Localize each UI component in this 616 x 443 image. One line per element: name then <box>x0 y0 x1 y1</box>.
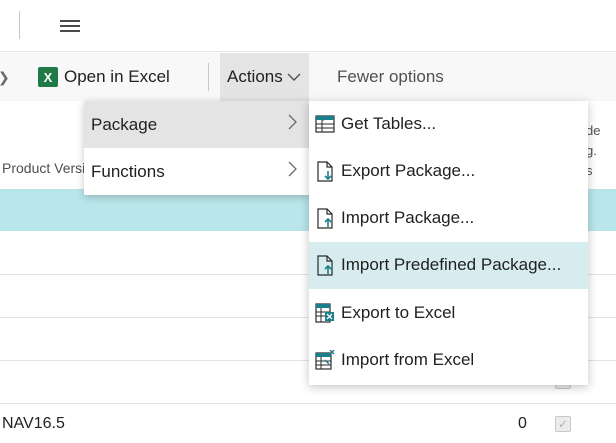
row-version: NAV16.5 <box>2 415 65 432</box>
menu-item-label: Functions <box>91 161 165 181</box>
actions-label: Actions <box>227 67 283 86</box>
open-in-excel-button[interactable]: X Open in Excel <box>38 63 170 91</box>
get-tables-icon <box>315 115 335 133</box>
fewer-options-button[interactable]: Fewer options <box>337 67 444 87</box>
top-bar <box>0 0 616 52</box>
column-header-product-version[interactable]: Product Version <box>2 160 88 176</box>
import-from-excel-icon <box>315 350 335 370</box>
import-package-icon <box>317 208 333 229</box>
actions-menu: Package Functions <box>84 101 309 195</box>
top-divider <box>19 11 20 39</box>
menu-item-label: Export to Excel <box>341 303 456 322</box>
menu-item-package[interactable]: Package <box>84 101 309 148</box>
menu-item-get-tables[interactable]: Get Tables... <box>309 101 588 148</box>
row-checkbox[interactable]: ✓ <box>555 416 571 432</box>
package-submenu: Get Tables... Export Package... Import P… <box>309 101 588 385</box>
menu-item-export-package[interactable]: Export Package... <box>309 148 588 195</box>
excel-icon: X <box>38 67 58 87</box>
menu-item-import-package[interactable]: Import Package... <box>309 195 588 242</box>
hamburger-menu-icon[interactable] <box>60 17 80 33</box>
action-bar: ❯ X Open in Excel Actions Fewer options <box>0 53 616 101</box>
menu-item-label: Package <box>91 114 158 134</box>
table-row[interactable]: NAV16.5 0 ✓ <box>0 404 616 443</box>
open-in-excel-label: Open in Excel <box>64 67 170 86</box>
chevron-down-icon <box>287 73 301 81</box>
menu-item-label: Import Package... <box>341 208 475 227</box>
chevron-right-icon <box>288 114 297 130</box>
import-predefined-package-icon <box>317 255 333 276</box>
scroll-left-icon[interactable]: ❯ <box>0 69 10 86</box>
chevron-right-icon <box>288 161 297 177</box>
menu-item-functions[interactable]: Functions <box>84 148 309 195</box>
menu-item-import-predefined-package[interactable]: Import Predefined Package... <box>309 242 588 289</box>
export-package-icon <box>317 161 333 182</box>
menu-item-label: Get Tables... <box>341 114 437 133</box>
action-divider <box>208 63 209 91</box>
row-count: 0 <box>518 415 527 432</box>
menu-item-label: Import from Excel <box>341 350 475 369</box>
menu-item-label: Import Predefined Package... <box>341 255 562 274</box>
actions-button[interactable]: Actions <box>220 53 309 101</box>
export-to-excel-icon <box>315 303 334 323</box>
column-header-partial[interactable]: de g. s <box>586 121 600 181</box>
menu-item-import-from-excel[interactable]: Import from Excel <box>309 337 588 384</box>
menu-item-export-to-excel[interactable]: Export to Excel <box>309 290 588 337</box>
menu-item-label: Export Package... <box>341 161 476 180</box>
